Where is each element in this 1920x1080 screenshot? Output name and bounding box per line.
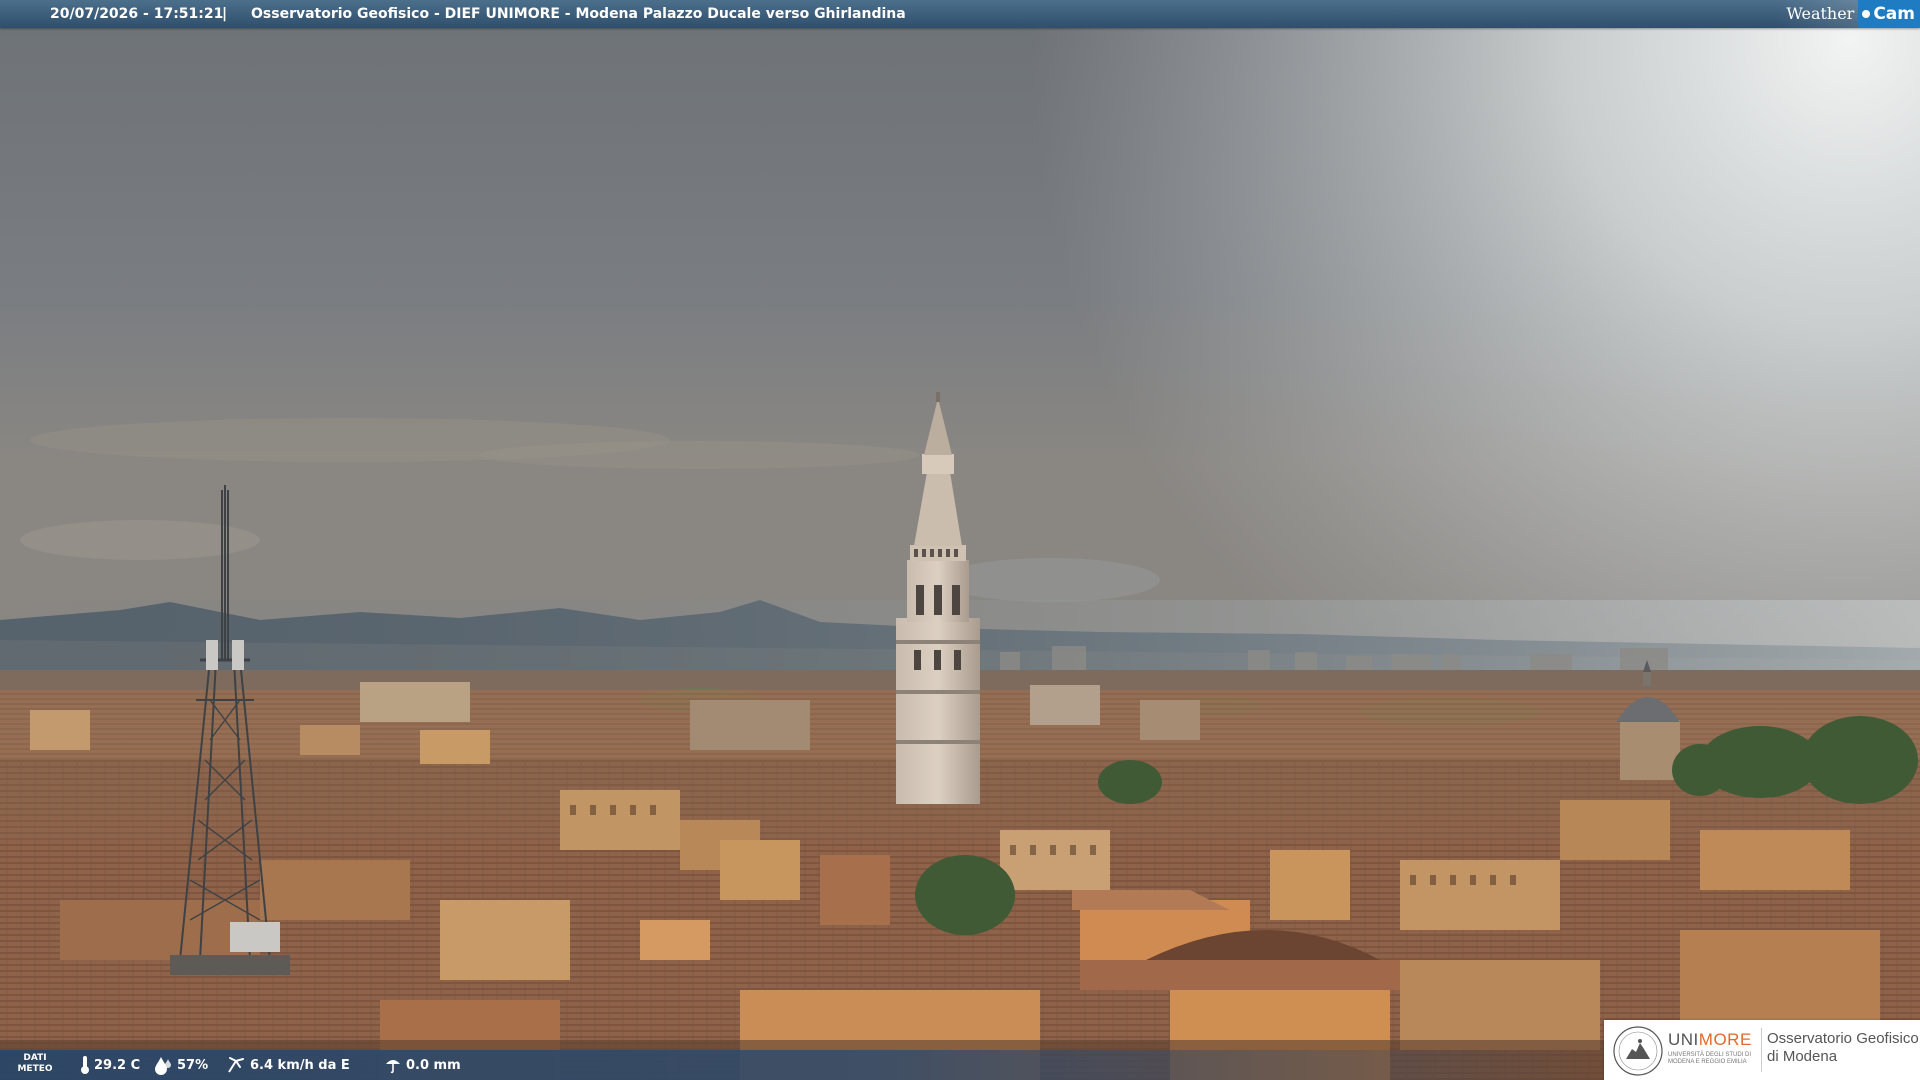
weathercam-logo: Weather Cam [1778, 0, 1920, 28]
rain-gauge-icon [386, 1060, 400, 1074]
camera-title: Osservatorio Geofisico - DIEF UNIMORE - … [251, 6, 906, 22]
caption-separator: | [222, 6, 228, 22]
logo-weather-text: Weather [1778, 0, 1859, 28]
rain-value: 0.0 mm [406, 1057, 461, 1073]
wind-icon [228, 1057, 244, 1073]
camera-lens-icon [1862, 10, 1871, 18]
capture-datetime: 20/07/2026 - 17:51:21 [50, 6, 224, 22]
university-name-line1: UNIVERSITÀ DEGLI STUDI DI [1668, 1052, 1752, 1058]
observatory-name: Osservatorio Geofisico di Modena [1767, 1030, 1919, 1066]
rain-reading: 0.0 mm [384, 1050, 461, 1080]
webcam-image [0, 0, 1920, 1080]
weather-data-label-line1: DATI [23, 1053, 47, 1063]
modena-cityscape [0, 0, 1920, 1080]
wind-value: 6.4 km/h da E [250, 1057, 350, 1073]
university-name-line2: MODENA E REGGIO EMILIA [1668, 1059, 1747, 1065]
weather-data-label-line2: METEO [17, 1064, 53, 1074]
humidity-drop-icon [155, 1057, 171, 1075]
logo-cam-badge: Cam [1858, 0, 1920, 28]
humidity-value: 57% [177, 1057, 209, 1073]
weather-data-label: DATI METEO [14, 1053, 56, 1075]
university-name: UNIVERSITÀ DEGLI STUDI DI MODENA E REGGI… [1668, 1052, 1758, 1066]
temperature-value: 29.2 C [94, 1057, 141, 1073]
unimore-uni: UNI [1668, 1030, 1699, 1049]
unimore-more: MORE [1698, 1030, 1752, 1049]
humidity-reading: 57% [153, 1050, 208, 1080]
wind-reading: 6.4 km/h da E [226, 1050, 350, 1080]
temperature-reading: 29.2 C [80, 1050, 140, 1080]
university-seal-icon [1613, 1026, 1663, 1076]
logo-divider [1761, 1028, 1762, 1072]
weather-data-bar: DATI METEO 29.2 C 57% 6.4 km/h da E 0.0 … [0, 1050, 1600, 1080]
unimore-wordmark: UNIMORE [1668, 1030, 1752, 1050]
observatory-logo-panel: UNIMORE UNIVERSITÀ DEGLI STUDI DI MODENA… [1604, 1020, 1920, 1080]
observatory-name-line2: di Modena [1767, 1048, 1838, 1065]
logo-cam-text: Cam [1873, 4, 1915, 24]
caption-bar: 20/07/2026 - 17:51:21 | Osservatorio Geo… [0, 0, 1920, 28]
thermometer-icon [81, 1056, 89, 1074]
observatory-name-line1: Osservatorio Geofisico [1767, 1030, 1919, 1047]
